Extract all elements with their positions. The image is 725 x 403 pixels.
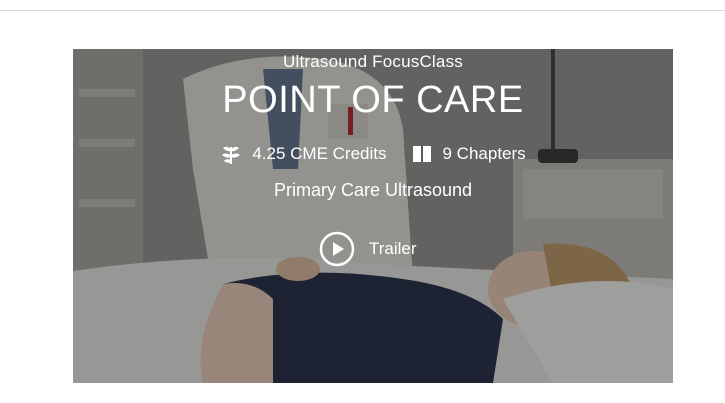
cme-credits-label: 4.25 CME Credits xyxy=(252,144,387,163)
leaf-branch-icon xyxy=(222,146,241,164)
trailer-label: Trailer xyxy=(369,239,417,258)
course-hero-banner: Ultrasound FocusClass POINT OF CARE 4.25… xyxy=(73,49,673,383)
chapter-count-label: 9 Chapters xyxy=(442,144,526,163)
play-circle-icon xyxy=(319,231,355,267)
book-icon xyxy=(412,146,431,162)
course-subtitle: Primary Care Ultrasound xyxy=(273,180,473,200)
course-type-label: Ultrasound FocusClass xyxy=(283,52,463,71)
course-title: POINT OF CARE xyxy=(222,79,524,121)
course-meta: 4.25 CME Credits 9 Chapters xyxy=(73,141,673,167)
top-divider xyxy=(0,10,725,11)
chapter-count: 9 Chapters xyxy=(411,143,526,165)
trailer-button[interactable]: Trailer xyxy=(319,230,417,268)
hero-content: Ultrasound FocusClass POINT OF CARE 4.25… xyxy=(73,49,673,383)
cme-credits: 4.25 CME Credits xyxy=(220,143,387,165)
